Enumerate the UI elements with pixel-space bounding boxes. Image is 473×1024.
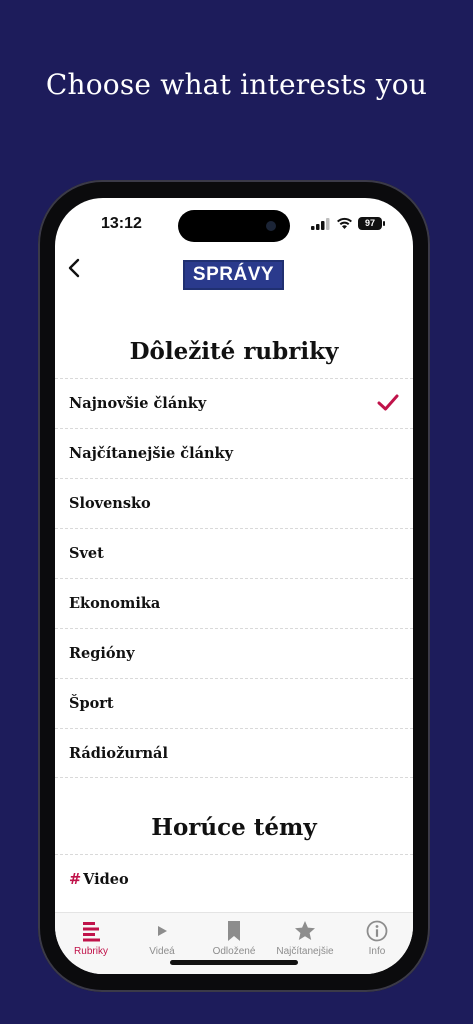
section-title-hot-topics: Horúce témy — [151, 814, 317, 841]
hot-topics-list: # Video — [55, 854, 413, 904]
nav-bar: SPRÁVY — [55, 248, 413, 292]
list-item-label: Rádiožurnál — [69, 744, 168, 762]
list-item-regiony[interactable]: Regióny — [55, 628, 413, 678]
list-item-sport[interactable]: Šport — [55, 678, 413, 728]
list-item-slovensko[interactable]: Slovensko — [55, 478, 413, 528]
status-time: 13:12 — [101, 215, 142, 232]
list-item-ekonomika[interactable]: Ekonomika — [55, 578, 413, 628]
list-item-label: Video — [83, 871, 129, 888]
spravy-logo: SPRÁVY — [183, 260, 284, 290]
chevron-left-icon[interactable] — [61, 254, 89, 282]
list-item-label: Svet — [69, 545, 104, 562]
tab-label: Najčítanejšie — [276, 946, 334, 957]
list-item-label: Šport — [69, 695, 114, 712]
list-item-label: Slovensko — [69, 495, 151, 512]
tab-label: Odložené — [212, 946, 256, 957]
camera-icon — [266, 221, 276, 231]
checkmark-icon — [377, 394, 399, 411]
list-item-label: Regióny — [69, 645, 135, 662]
list-item-svet[interactable]: Svet — [55, 528, 413, 578]
wifi-icon — [337, 217, 352, 229]
app-screen: 13:12 97 SPRÁVY Dôležité rubriky Najnovš… — [55, 198, 413, 974]
list-item-label: Najnovšie články — [69, 395, 207, 412]
phone-frame: 13:12 97 SPRÁVY Dôležité rubriky Najnovš… — [38, 180, 430, 992]
tab-najcitanejsie[interactable]: Najčítanejšie — [269, 919, 341, 957]
tab-label: Videá — [149, 946, 175, 957]
list-item-radiozurnal[interactable]: Rádiožurnál — [55, 728, 413, 778]
tab-videa[interactable]: Videá — [126, 919, 198, 957]
hashtag-icon: # — [69, 871, 82, 888]
list-item-najcitanejsie[interactable]: Najčítanejšie články — [55, 428, 413, 478]
important-list: Najnovšie články Najčítanejšie články Sl… — [55, 378, 413, 778]
list-item-label: Najčítanejšie články — [69, 445, 234, 462]
tab-label: Info — [368, 946, 386, 957]
home-indicator — [170, 960, 298, 965]
signal-icon — [311, 218, 330, 230]
tab-label: Rubriky — [74, 946, 108, 957]
list-item-najnovsie[interactable]: Najnovšie články — [55, 378, 413, 428]
rubriky-icon — [83, 922, 100, 942]
list-item-label: Ekonomika — [69, 595, 161, 612]
bookmark-icon — [228, 921, 240, 941]
tab-info[interactable]: Info — [341, 919, 413, 957]
dynamic-island — [178, 210, 290, 242]
play-icon — [158, 926, 167, 936]
battery-icon: 97 — [358, 217, 382, 230]
star-icon — [295, 921, 315, 940]
list-item-video[interactable]: # Video — [55, 854, 413, 904]
tab-rubriky[interactable]: Rubriky — [55, 919, 127, 957]
battery-tip — [383, 221, 385, 226]
status-bar: 13:12 97 — [55, 198, 413, 248]
info-icon — [366, 920, 388, 942]
tab-odlozene[interactable]: Odložené — [198, 919, 270, 957]
section-title-important: Dôležité rubriky — [129, 338, 339, 365]
headline: Choose what interests you — [45, 68, 428, 101]
